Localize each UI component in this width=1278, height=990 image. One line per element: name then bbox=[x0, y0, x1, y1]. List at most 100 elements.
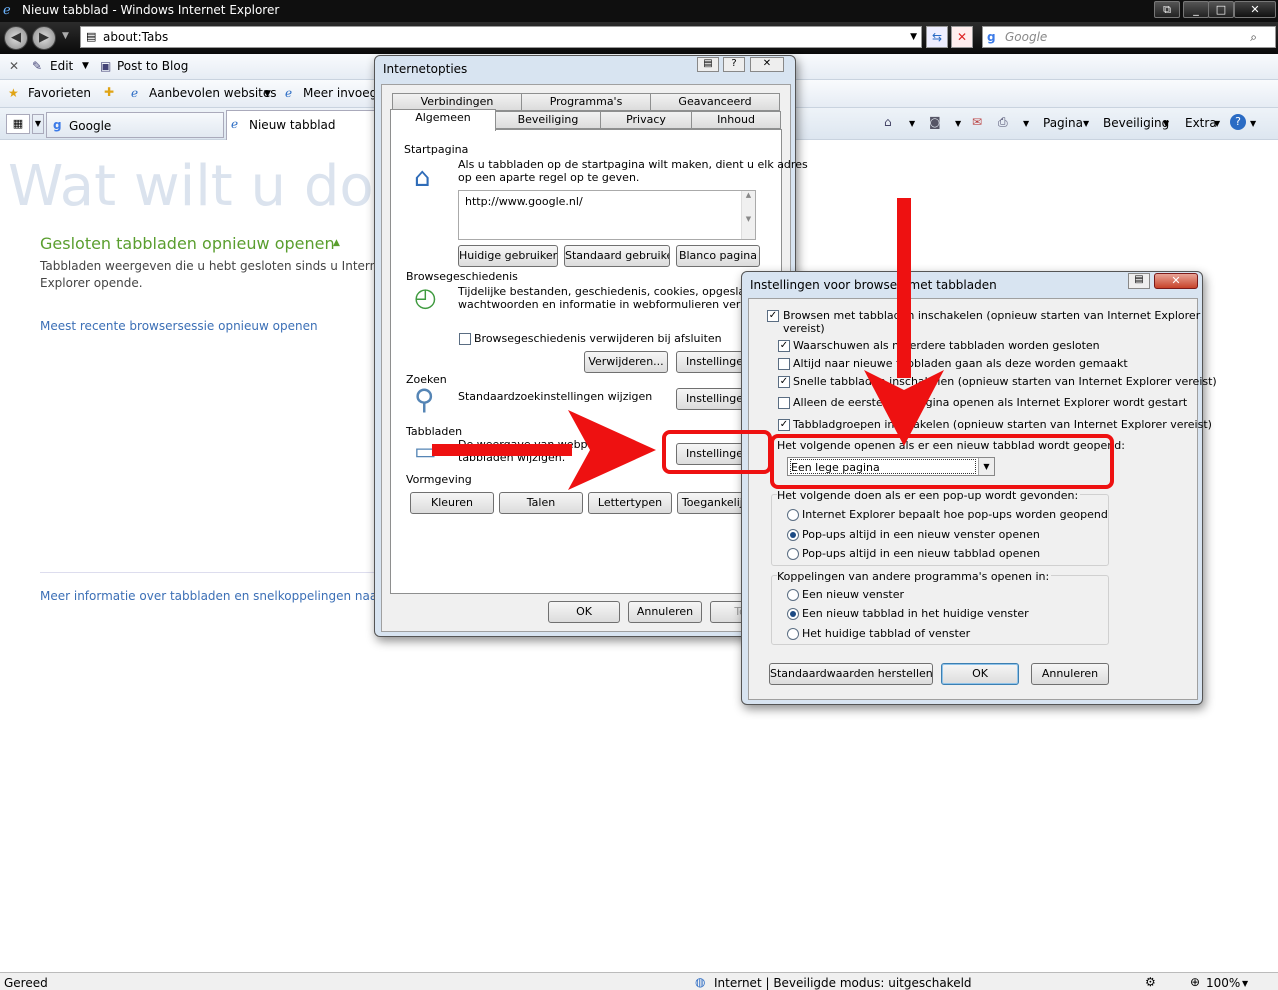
security-zone-icon[interactable]: ⚙ bbox=[1145, 975, 1156, 989]
colors-button[interactable]: Kleuren bbox=[410, 492, 494, 514]
tab-geavanceerd[interactable]: Geavanceerd bbox=[650, 93, 780, 111]
use-default-button[interactable]: Standaard gebruiken bbox=[564, 245, 670, 267]
suggested-sites-link[interactable]: Aanbevolen websites bbox=[149, 86, 277, 100]
dialog-close-button[interactable]: ✕ bbox=[750, 57, 784, 72]
tab-settings-close-button[interactable]: ✕ bbox=[1154, 273, 1198, 289]
enable-tabs-label-1: Browsen met tabbladen inschakelen (opnie… bbox=[783, 309, 1201, 322]
tab-settings-body: ✓ Browsen met tabbladen inschakelen (opn… bbox=[748, 298, 1217, 700]
history-desc-2: wachtwoorden en informatie in webformuli… bbox=[458, 298, 788, 311]
page-heading: Wat wilt u doe bbox=[8, 154, 409, 219]
collapse-icon[interactable]: ▲ bbox=[333, 238, 340, 248]
arrow-right-shaft bbox=[432, 444, 572, 456]
always-switch-checkbox[interactable] bbox=[778, 358, 790, 370]
post-to-blog-button[interactable]: Post to Blog bbox=[117, 59, 188, 73]
home-dropdown-icon[interactable]: ▼ bbox=[909, 119, 915, 128]
textarea-scrollbar[interactable]: ▲ ▼ bbox=[741, 191, 755, 239]
ok-button[interactable]: OK bbox=[548, 601, 620, 623]
links-current-tab-label: Het huidige tabblad of venster bbox=[802, 627, 971, 640]
help-icon[interactable]: ? bbox=[1230, 114, 1246, 130]
search-input[interactable]: g Google ⌕ bbox=[982, 26, 1276, 48]
tab-groups-label: Tabbladgroepen inschakelen (opnieuw star… bbox=[793, 418, 1212, 431]
startpage-desc-2: op een aparte regel op te geven. bbox=[458, 171, 640, 184]
tab-google[interactable]: g Google bbox=[46, 112, 224, 138]
maximize-button[interactable]: □ bbox=[1208, 1, 1234, 18]
more-info-link[interactable]: Meer informatie over tabbladen en snelko… bbox=[40, 589, 382, 603]
reopen-session-link[interactable]: Meest recente browsersessie opnieuw open… bbox=[40, 319, 318, 333]
rss-dropdown-icon[interactable]: ▼ bbox=[955, 119, 961, 128]
page-dropdown-icon[interactable]: ▼ bbox=[1083, 119, 1089, 128]
dialog-question-icon[interactable]: ? bbox=[723, 57, 745, 72]
tab-settings-ok-button[interactable]: OK bbox=[941, 663, 1019, 685]
quick-tabs-checkbox[interactable]: ✓ bbox=[778, 376, 790, 388]
tab-programmas[interactable]: Programma's bbox=[521, 93, 651, 111]
zoom-dropdown-icon[interactable]: ▼ bbox=[1242, 979, 1248, 988]
use-current-button[interactable]: Huidige gebruiken bbox=[458, 245, 558, 267]
cancel-button[interactable]: Annuleren bbox=[628, 601, 702, 623]
popup-ie-decides-radio[interactable] bbox=[787, 509, 799, 521]
extras-menu[interactable]: Extra bbox=[1185, 116, 1217, 130]
search-placeholder: Google bbox=[1005, 30, 1048, 44]
first-homepage-checkbox[interactable] bbox=[778, 397, 790, 409]
forward-button[interactable]: ▶ bbox=[32, 26, 56, 50]
help-dropdown-icon[interactable]: ▼ bbox=[1250, 119, 1256, 128]
restore-defaults-button[interactable]: Standaardwaarden herstellen bbox=[769, 663, 933, 685]
fonts-button[interactable]: Lettertypen bbox=[588, 492, 672, 514]
startpage-textarea[interactable]: http://www.google.nl/ ▲ ▼ bbox=[458, 190, 756, 240]
tab-settings-cancel-button[interactable]: Annuleren bbox=[1031, 663, 1109, 685]
dialog-help-icon[interactable]: ▤ bbox=[697, 57, 719, 72]
print-dropdown-icon[interactable]: ▼ bbox=[1023, 119, 1029, 128]
delete-button[interactable]: Verwijderen... bbox=[584, 351, 668, 373]
address-text: about:Tabs bbox=[103, 30, 169, 44]
back-button[interactable]: ◀ bbox=[4, 26, 28, 50]
tab-groups-checkbox[interactable]: ✓ bbox=[778, 419, 790, 431]
address-dropdown-icon[interactable]: ▼ bbox=[910, 27, 917, 47]
address-bar[interactable]: ▤ about:Tabs ▼ bbox=[80, 26, 922, 48]
enable-tabs-checkbox[interactable]: ✓ bbox=[767, 310, 779, 322]
delete-on-exit-checkbox[interactable] bbox=[459, 333, 471, 345]
close-button[interactable]: ✕ bbox=[1234, 1, 1276, 18]
stop-button[interactable]: ✕ bbox=[951, 26, 973, 48]
tab-new-tab[interactable]: ℯ Nieuw tabblad bbox=[226, 110, 396, 140]
mail-icon[interactable]: ✉ bbox=[972, 115, 982, 129]
reopen-closed-tabs-link[interactable]: Gesloten tabbladen opnieuw openen bbox=[40, 234, 335, 253]
links-new-tab-radio[interactable] bbox=[787, 608, 799, 620]
refresh-button[interactable]: ⇆ bbox=[926, 26, 948, 48]
links-new-window-radio[interactable] bbox=[787, 589, 799, 601]
print-icon[interactable]: ⎙ bbox=[998, 115, 1008, 130]
zoom-icon[interactable]: ⊕ bbox=[1190, 975, 1200, 989]
links-new-window-label: Een nieuw venster bbox=[802, 588, 905, 601]
tab-algemeen[interactable]: Algemeen bbox=[390, 109, 496, 131]
window-title: Nieuw tabblad - Windows Internet Explore… bbox=[22, 3, 280, 17]
security-dropdown-icon[interactable]: ▼ bbox=[1163, 119, 1169, 128]
favorites-button[interactable]: Favorieten bbox=[28, 86, 91, 100]
quick-tabs-button[interactable]: ▦ bbox=[6, 114, 30, 134]
reopen-desc-line1: Tabbladen weergeven die u hebt gesloten … bbox=[40, 259, 385, 273]
blank-page-button[interactable]: Blanco pagina bbox=[676, 245, 760, 267]
minimize-button[interactable]: _ bbox=[1183, 1, 1209, 18]
popup-new-tab-radio[interactable] bbox=[787, 548, 799, 560]
history-dropdown-icon[interactable]: ▼ bbox=[62, 31, 69, 41]
suggested-dropdown-icon[interactable]: ▼ bbox=[264, 89, 271, 99]
add-favorite-icon[interactable]: ✚ bbox=[104, 85, 114, 99]
tab-settings-help-icon[interactable]: ▤ bbox=[1128, 273, 1150, 289]
tab-inhoud[interactable]: Inhoud bbox=[691, 111, 781, 129]
tab-privacy[interactable]: Privacy bbox=[600, 111, 692, 129]
home-icon[interactable]: ⌂ bbox=[884, 115, 892, 129]
security-menu[interactable]: Beveiliging bbox=[1103, 116, 1169, 130]
tab-beveiliging[interactable]: Beveiliging bbox=[495, 111, 601, 129]
edit-dropdown-icon[interactable]: ▼ bbox=[82, 61, 89, 71]
languages-button[interactable]: Talen bbox=[499, 492, 583, 514]
close-toolbar-icon[interactable]: ✕ bbox=[9, 59, 19, 73]
restore-icon[interactable]: ⧉ bbox=[1154, 1, 1180, 18]
page-menu[interactable]: Pagina bbox=[1043, 116, 1083, 130]
more-addons-link[interactable]: Meer invoegt bbox=[303, 86, 382, 100]
popup-new-window-radio[interactable] bbox=[787, 529, 799, 541]
warn-close-checkbox[interactable]: ✓ bbox=[778, 340, 790, 352]
zoom-level[interactable]: 100% bbox=[1206, 976, 1240, 990]
links-current-tab-radio[interactable] bbox=[787, 628, 799, 640]
rss-icon[interactable]: ◙ bbox=[929, 115, 941, 129]
edit-button[interactable]: Edit bbox=[50, 59, 73, 73]
tab-list-dropdown-icon[interactable]: ▼ bbox=[32, 114, 44, 134]
search-icon[interactable]: ⌕ bbox=[1250, 27, 1257, 47]
extras-dropdown-icon[interactable]: ▼ bbox=[1214, 119, 1220, 128]
